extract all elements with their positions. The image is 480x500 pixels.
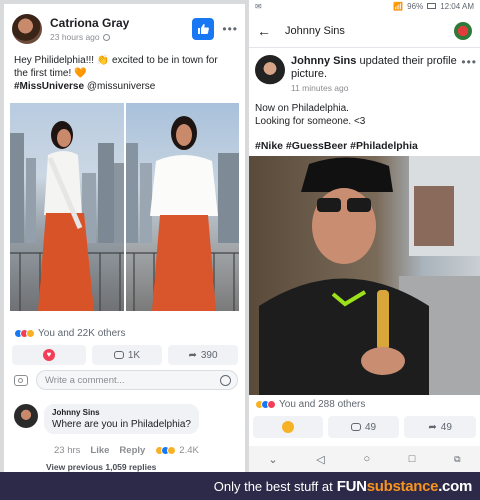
share-count: 49	[440, 421, 452, 433]
reactions-count: You and 22K others	[38, 328, 126, 339]
brand-part-a: FUN	[336, 477, 367, 495]
author-avatar[interactable]	[12, 14, 42, 44]
haha-icon	[281, 421, 294, 433]
recents-icon[interactable]: □	[409, 453, 416, 465]
post-text: Hey Philidelphia!!! 👏 excited to be in t…	[14, 54, 239, 93]
man-with-beer-illustration	[259, 156, 480, 395]
right-post-panel: ✉ 📶 96% 12:04 AM ← Johnny Sins Johnny Si…	[249, 0, 480, 472]
thumbs-up-icon	[198, 24, 210, 34]
commenter-avatar[interactable]	[14, 404, 38, 428]
hashtag-link[interactable]: #MissUniverse	[14, 81, 84, 92]
mention-link[interactable]: @missuniverse	[87, 81, 156, 92]
love-reaction-icon	[267, 400, 276, 409]
comment-input[interactable]: Write a comment...	[36, 370, 238, 390]
post-photo-2[interactable]	[126, 103, 239, 311]
comment-meta: 23 hrs Like Reply 2.4K	[54, 445, 199, 456]
comment-button[interactable]: 49	[327, 416, 400, 438]
brand-part-c: .com	[438, 477, 472, 495]
comment-like-link[interactable]: Like	[90, 445, 109, 456]
comment-reply-link[interactable]: Reply	[119, 445, 145, 456]
reactions-summary[interactable]: You and 288 others	[255, 399, 365, 410]
chevron-down-icon[interactable]: ⌄	[268, 453, 277, 466]
nav-title: Johnny Sins	[285, 24, 345, 37]
post-header: Johnny Sins updated their profile pictur…	[255, 55, 477, 93]
post-time: 11 minutes ago	[291, 83, 349, 93]
comment-composer: Write a comment...	[14, 370, 238, 390]
overlay-icon[interactable]: ⧉	[454, 454, 460, 465]
comment-reactions[interactable]: 2.4K	[155, 445, 199, 456]
status-bar: ✉ 📶 96% 12:04 AM	[249, 0, 480, 12]
react-button[interactable]: ♥	[12, 345, 86, 365]
battery-level: 96%	[407, 1, 424, 11]
top-nav-bar: ← Johnny Sins	[249, 14, 480, 48]
reactions-summary[interactable]: You and 22K others	[14, 328, 125, 339]
post-line-2: the first time! 🧡	[14, 68, 87, 79]
post-header: Catriona Gray 23 hours ago •••	[12, 14, 238, 44]
commenter-name[interactable]: Johnny Sins	[52, 408, 191, 417]
comment-icon	[350, 423, 361, 431]
more-options-icon[interactable]: •••	[461, 55, 477, 69]
footer-watermark-bar: Only the best stuff at FUNsubstance.com	[0, 472, 480, 500]
post-line-1: Now on Philadelphia.	[255, 103, 349, 114]
love-icon: ♥	[43, 349, 55, 361]
post-photo-1[interactable]	[10, 103, 124, 311]
clock-time: 12:04 AM	[440, 1, 474, 11]
comment-item: Johnny Sins Where are you in Philadelphi…	[14, 404, 199, 434]
footer-tagline: Only the best stuff at	[213, 478, 333, 494]
post-text: Now on Philadelphia. Looking for someone…	[255, 102, 477, 128]
more-options-icon[interactable]: •••	[222, 22, 238, 36]
home-icon[interactable]: ○	[363, 453, 370, 465]
signal-icon: 📶	[393, 1, 404, 11]
share-button[interactable]: ➦ 49	[404, 416, 476, 438]
react-button[interactable]	[253, 416, 323, 438]
wow-reaction-icon	[26, 329, 35, 338]
android-nav-bar: ⌄ ◁ ○ □ ⧉	[249, 446, 480, 472]
city-skyline-illustration	[10, 121, 124, 311]
comment-count: 1K	[127, 349, 141, 361]
camera-icon[interactable]	[14, 374, 28, 386]
comment-button[interactable]: 1K	[92, 345, 162, 365]
profile-avatar-small[interactable]	[454, 21, 472, 40]
share-button[interactable]: ➦ 390	[168, 345, 238, 365]
wow-reaction-icon-small	[167, 446, 177, 455]
reactions-count: You and 288 others	[279, 399, 366, 410]
post-time: 23 hours ago	[50, 32, 100, 42]
comment-count: 49	[364, 421, 377, 433]
author-name[interactable]: Catriona Gray	[50, 16, 192, 30]
share-count: 390	[200, 349, 218, 361]
left-post-panel: Catriona Gray 23 hours ago ••• Hey Phili…	[4, 4, 245, 472]
comment-placeholder: Write a comment...	[45, 374, 125, 386]
globe-icon	[102, 33, 110, 41]
share-icon: ➦	[428, 421, 437, 433]
post-actions: 49 ➦ 49	[253, 416, 476, 438]
comment-reaction-count: 2.4K	[179, 445, 199, 456]
brand-part-b: substance	[366, 477, 439, 495]
comment-icon	[113, 351, 124, 359]
notification-icon: ✉	[255, 1, 262, 11]
author-avatar[interactable]	[255, 55, 285, 85]
profile-photo[interactable]	[249, 156, 480, 395]
share-icon: ➦	[188, 349, 197, 361]
post-line-2: Looking for someone. <3	[255, 116, 366, 127]
post-actions: ♥ 1K ➦ 390	[12, 345, 238, 365]
post-line-1: Hey Philidelphia!!! 👏 excited to be in t…	[14, 55, 218, 66]
comment-text: Where are you in Philadelphia?	[52, 419, 191, 430]
comment-age: 23 hrs	[54, 445, 81, 456]
back-icon[interactable]: ◁	[316, 453, 324, 466]
view-previous-replies-link[interactable]: View previous 1,059 replies	[46, 462, 156, 472]
emoji-icon[interactable]	[220, 374, 231, 386]
city-balcony-illustration	[126, 116, 239, 311]
hashtags-link[interactable]: #Nike #GuessBeer #Philadelphia	[255, 140, 418, 152]
battery-icon	[427, 3, 437, 9]
author-name[interactable]: Johnny Sins	[291, 55, 356, 67]
brand-logo[interactable]: FUNsubstance.com	[336, 477, 473, 495]
back-arrow-icon[interactable]: ←	[257, 23, 271, 39]
like-page-button[interactable]	[192, 18, 215, 40]
comment-bubble: Johnny Sins Where are you in Philadelphi…	[44, 404, 199, 434]
